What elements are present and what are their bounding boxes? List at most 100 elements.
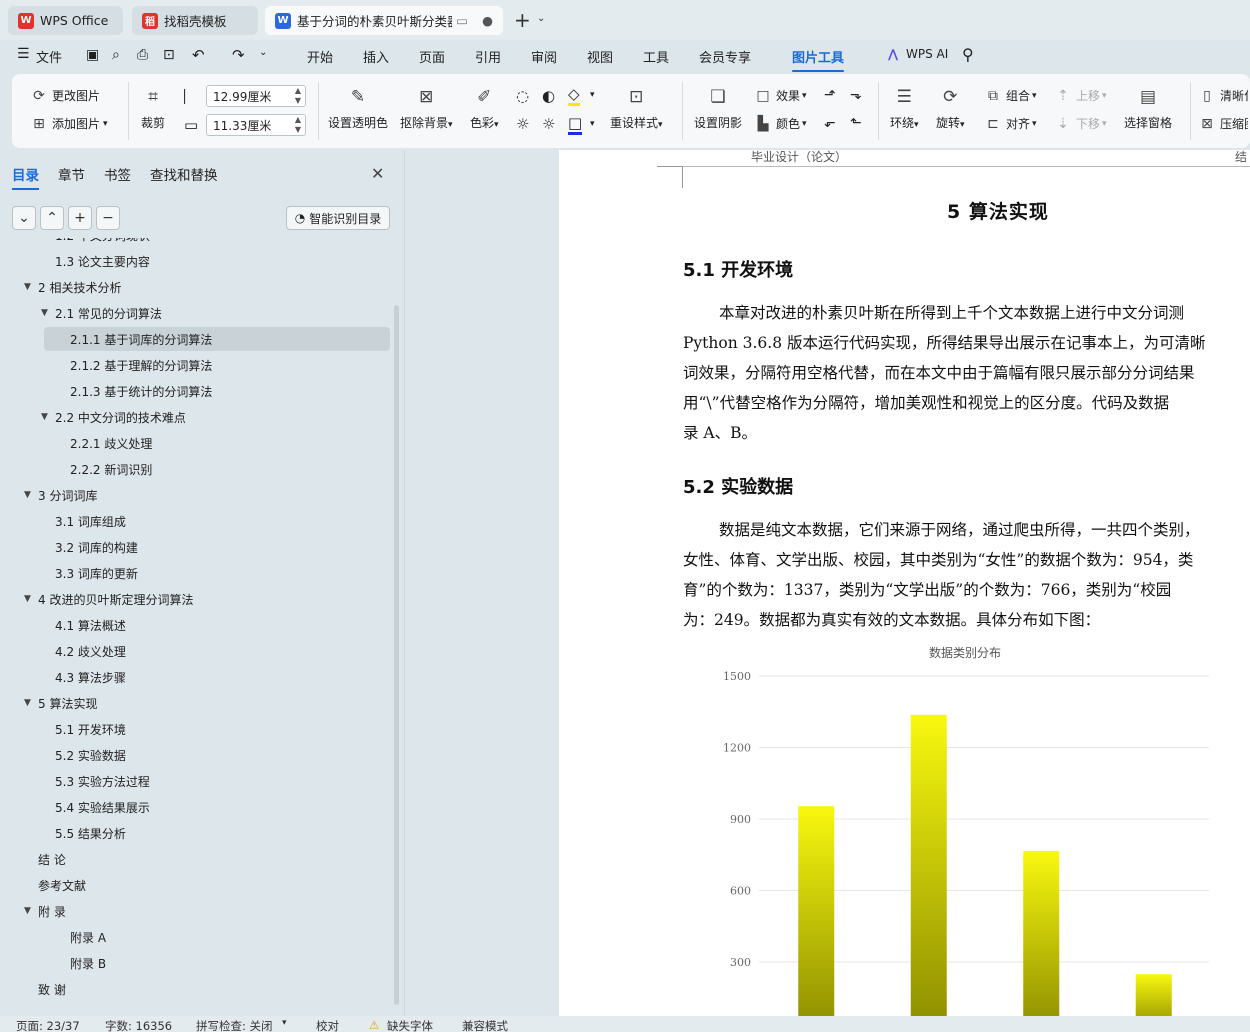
toc-expand-icon[interactable]: ▼ bbox=[24, 490, 31, 500]
compress-button[interactable]: ⊠ 压缩图片 bbox=[1198, 115, 1248, 132]
spell-dropdown-icon[interactable]: ▾ bbox=[282, 1018, 287, 1028]
status-page[interactable]: 页面: 23/37 bbox=[16, 1018, 80, 1032]
toc-item[interactable]: ▼ 2.2 中文分词的技术难点 bbox=[0, 405, 390, 429]
toc-item[interactable]: 附录 A bbox=[0, 925, 390, 949]
toc-expand-icon[interactable]: ▼ bbox=[41, 308, 48, 318]
crop-button[interactable]: ⌗ 裁剪 bbox=[140, 84, 166, 131]
toc-expand-icon[interactable]: ▼ bbox=[24, 906, 31, 916]
preview-icon[interactable]: ⊡ bbox=[163, 47, 175, 63]
smart-toc-button[interactable]: ◔ 智能识别目录 bbox=[286, 206, 390, 230]
width-input[interactable]: 12.99厘米 ▲ ▼ bbox=[206, 85, 306, 107]
toc-item[interactable]: 2.1.1 基于词库的分词算法 bbox=[44, 327, 390, 351]
move-up-button[interactable]: ⇡ 上移 ▾ bbox=[1054, 87, 1106, 104]
tab-list-chevron-icon[interactable]: ⌄ bbox=[537, 13, 545, 24]
menu-insert[interactable]: 插入 bbox=[363, 47, 389, 66]
toc-item[interactable]: ▼ 附 录 bbox=[0, 899, 390, 923]
toc-item[interactable]: 5.5 结果分析 bbox=[0, 821, 390, 845]
toc-item[interactable]: 5.4 实验结果展示 bbox=[0, 795, 390, 819]
toc-expand-icon[interactable]: ▼ bbox=[41, 412, 48, 422]
effect-button[interactable]: □ 效果 ▾ bbox=[754, 87, 806, 104]
change-picture-button[interactable]: ⟳ 更改图片 bbox=[30, 87, 100, 104]
status-proof[interactable]: 校对 bbox=[316, 1018, 339, 1032]
menu-page[interactable]: 页面 bbox=[419, 47, 445, 66]
toc-item[interactable]: 致 谢 bbox=[0, 977, 390, 1001]
align-button[interactable]: ⊏ 对齐 ▾ bbox=[984, 115, 1036, 132]
clarify-button[interactable]: ▯ 清晰化 bbox=[1198, 87, 1248, 104]
remove-heading-button[interactable]: − bbox=[96, 206, 120, 230]
toc-expand-icon[interactable]: ▼ bbox=[24, 594, 31, 604]
status-missing-font[interactable]: 缺失字体 bbox=[387, 1018, 433, 1032]
menu-reference[interactable]: 引用 bbox=[475, 47, 501, 66]
brightness-icon[interactable]: ◌ bbox=[516, 87, 529, 105]
nav-tab-sections[interactable]: 章节 bbox=[58, 164, 85, 184]
toc-item[interactable]: 2.1.2 基于理解的分词算法 bbox=[0, 353, 390, 377]
toc-item[interactable]: ▼ 2.1 常见的分词算法 bbox=[0, 301, 390, 325]
undo-icon[interactable]: ↶ bbox=[192, 46, 205, 64]
toc-item[interactable]: 3.1 词库组成 bbox=[0, 509, 390, 533]
shadow-left-icon[interactable]: ⬐ bbox=[824, 115, 836, 131]
menu-picture-tools[interactable]: 图片工具 bbox=[792, 47, 845, 72]
toc-item[interactable]: 3.3 词库的更新 bbox=[0, 561, 390, 585]
collapse-up-button[interactable]: ⌃ bbox=[40, 206, 64, 230]
nav-tab-find-replace[interactable]: 查找和替换 bbox=[150, 164, 218, 184]
add-picture-button[interactable]: ⊞ 添加图片 ▾ bbox=[30, 115, 107, 132]
wrap-button[interactable]: ☰ 环绕▾ bbox=[890, 84, 919, 131]
hamburger-icon[interactable]: ☰ bbox=[17, 46, 30, 62]
move-down-button[interactable]: ⇣ 下移 ▾ bbox=[1054, 115, 1106, 132]
contrast-down-icon[interactable]: ☼ bbox=[542, 115, 555, 133]
toc-item[interactable]: 4.1 算法概述 bbox=[0, 613, 390, 637]
status-compat[interactable]: 兼容模式 bbox=[462, 1018, 508, 1032]
toc-item[interactable]: 1.2 中文分词现状 bbox=[0, 238, 390, 247]
group-button[interactable]: ⧉ 组合 ▾ bbox=[984, 87, 1037, 104]
fill-color-icon[interactable]: ◇ bbox=[568, 85, 580, 106]
close-pane-icon[interactable]: ✕ bbox=[371, 164, 384, 183]
toc-item[interactable]: ▼ 2 相关技术分析 bbox=[0, 275, 390, 299]
menu-review[interactable]: 审阅 bbox=[531, 47, 557, 66]
toc-item[interactable]: 2.2.2 新词识别 bbox=[0, 457, 390, 481]
save-icon[interactable]: ▣ bbox=[86, 47, 99, 63]
menu-home[interactable]: 开始 bbox=[307, 47, 333, 66]
tab-document[interactable]: W 基于分词的朴素贝叶斯分类器 ▭ ● bbox=[265, 6, 503, 35]
print-icon[interactable]: ⎙ bbox=[137, 47, 148, 63]
toc-item[interactable]: 结 论 bbox=[0, 847, 390, 871]
toc-expand-icon[interactable]: ▼ bbox=[24, 282, 31, 292]
color-adjust-button[interactable]: ✐ 色彩▾ bbox=[470, 84, 499, 131]
toc-item[interactable]: 5.1 开发环境 bbox=[0, 717, 390, 741]
toc-item[interactable]: 5.2 实验数据 bbox=[0, 743, 390, 767]
toc-item[interactable]: 参考文献 bbox=[0, 873, 390, 897]
toc-item[interactable]: 4.3 算法步骤 bbox=[0, 665, 390, 689]
contrast-icon[interactable]: ◐ bbox=[542, 87, 555, 105]
height-spinner-icon[interactable]: ▲ ▼ bbox=[295, 115, 301, 135]
toc-item[interactable]: 2.1.3 基于统计的分词算法 bbox=[0, 379, 390, 403]
remove-bg-button[interactable]: ⊠ 抠除背景▾ bbox=[400, 84, 453, 131]
tab-template[interactable]: 稻 找稻壳模板 bbox=[132, 6, 258, 35]
toc-item[interactable]: 1.3 论文主要内容 bbox=[0, 249, 390, 273]
selection-pane-button[interactable]: ▤ 选择窗格 bbox=[1124, 84, 1172, 131]
shadow-right-icon[interactable]: ⬑ bbox=[850, 115, 862, 131]
menu-view[interactable]: 视图 bbox=[587, 47, 613, 66]
menu-file[interactable]: 文件 bbox=[36, 47, 62, 66]
toc-expand-icon[interactable]: ▼ bbox=[24, 698, 31, 708]
toc-scrollbar[interactable] bbox=[394, 305, 399, 1005]
border-dropdown-icon[interactable]: ▾ bbox=[590, 119, 595, 129]
toc-item[interactable]: 4.2 歧义处理 bbox=[0, 639, 390, 663]
menu-wps-ai[interactable]: WPS AI bbox=[906, 47, 948, 61]
brightness-down-icon[interactable]: ☼ bbox=[516, 115, 529, 133]
status-spell[interactable]: 拼写检查: 关闭 bbox=[196, 1018, 273, 1032]
width-spinner-icon[interactable]: ▲ ▼ bbox=[295, 86, 301, 106]
bar-chart[interactable]: 300 600 900 1200 1500 bbox=[559, 660, 1250, 1016]
toc-item[interactable]: 附录 B bbox=[0, 951, 390, 975]
fill-dropdown-icon[interactable]: ▾ bbox=[590, 90, 595, 100]
height-input[interactable]: 11.33厘米 ▲ ▼ bbox=[206, 114, 306, 136]
expand-down-button[interactable]: ⌄ bbox=[12, 206, 36, 230]
shadow-down-icon[interactable]: ⬎ bbox=[850, 87, 862, 103]
new-tab-button[interactable]: + bbox=[514, 8, 531, 32]
shadow-up-icon[interactable]: ⬏ bbox=[824, 87, 836, 103]
export-icon[interactable]: ⌕ bbox=[112, 47, 120, 63]
nav-tab-bookmarks[interactable]: 书签 bbox=[104, 164, 131, 184]
reset-style-button[interactable]: ⊡ 重设样式▾ bbox=[610, 84, 663, 131]
toc-item[interactable]: ▼ 4 改进的贝叶斯定理分词算法 bbox=[0, 587, 390, 611]
redo-icon[interactable]: ↷ bbox=[232, 46, 245, 64]
rotate-button[interactable]: ⟳ 旋转▾ bbox=[936, 84, 965, 131]
set-transparent-button[interactable]: ✎ 设置透明色 bbox=[328, 84, 388, 131]
